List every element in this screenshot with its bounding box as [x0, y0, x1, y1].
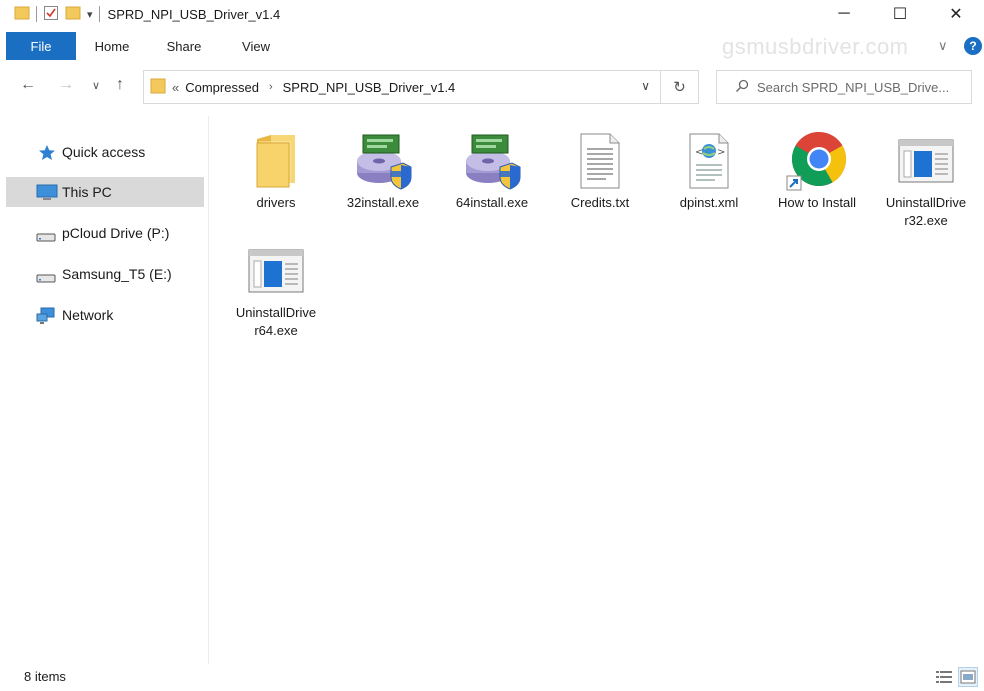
- computer-icon: [36, 184, 58, 204]
- installer-icon: [351, 128, 415, 194]
- breadcrumb-compressed[interactable]: Compressed: [185, 80, 259, 95]
- file-name: UninstallDriver32.exe: [885, 195, 967, 228]
- tab-home[interactable]: Home: [76, 32, 148, 60]
- window-title: SPRD_NPI_USB_Driver_v1.4: [107, 6, 281, 22]
- file-item-uninstalldriver32[interactable]: UninstallDriver32.exe: [878, 128, 974, 230]
- text-file-icon: [568, 128, 632, 194]
- recent-locations-chevron-icon[interactable]: ∨: [92, 79, 100, 92]
- maximize-button[interactable]: ☐: [872, 0, 928, 28]
- folder-icon: [244, 128, 308, 194]
- forward-arrow-icon[interactable]: →: [58, 76, 74, 94]
- expand-ribbon-icon[interactable]: ∨: [938, 38, 948, 54]
- navigation-pane: Quick access This PC pCloud Drive (P:) S…: [0, 124, 210, 664]
- status-bar: 8 items: [0, 664, 984, 691]
- svg-text:>: >: [717, 147, 725, 158]
- up-arrow-icon[interactable]: ↑: [116, 76, 124, 94]
- tab-file[interactable]: File: [6, 32, 76, 60]
- folder-icon: [150, 77, 166, 98]
- view-switcher: [934, 667, 978, 687]
- app-window-icon: [244, 238, 308, 304]
- address-row: ← → ∨ ↑ « Compressed › SPRD_NPI_USB_Driv…: [0, 68, 984, 106]
- close-button[interactable]: ✕: [928, 0, 984, 28]
- svg-text:<: <: [695, 147, 703, 158]
- minimize-button[interactable]: ─: [816, 0, 872, 28]
- file-item-drivers[interactable]: drivers: [228, 128, 324, 212]
- pane-divider[interactable]: [208, 116, 209, 664]
- drive-icon: [36, 229, 56, 245]
- nav-item-this-pc[interactable]: This PC: [6, 177, 204, 207]
- nav-item-label: This PC: [62, 184, 112, 200]
- app-window-icon: [894, 128, 958, 194]
- file-name: 32install.exe: [346, 195, 420, 210]
- new-folder-icon[interactable]: [65, 5, 81, 24]
- network-icon: [36, 307, 56, 328]
- nav-item-samsung-t5[interactable]: Samsung_T5 (E:): [6, 259, 204, 289]
- drive-icon: [36, 270, 56, 286]
- refresh-icon[interactable]: ↻: [660, 70, 698, 104]
- window-controls: ─ ☐ ✕: [816, 0, 984, 28]
- address-bar[interactable]: « Compressed › SPRD_NPI_USB_Driver_v1.4 …: [143, 70, 699, 104]
- tab-share[interactable]: Share: [148, 32, 220, 60]
- toolbar-separator: [36, 6, 37, 22]
- xml-file-icon: < >: [677, 128, 741, 194]
- installer-icon: [460, 128, 524, 194]
- nav-item-label: pCloud Drive (P:): [62, 225, 170, 241]
- nav-item-label: Quick access: [62, 144, 146, 160]
- file-item-64install[interactable]: 64install.exe: [444, 128, 540, 212]
- folder-icon: [14, 5, 30, 24]
- tab-view[interactable]: View: [220, 32, 292, 60]
- properties-checkbox-icon[interactable]: [43, 5, 59, 24]
- file-item-uninstalldriver64[interactable]: UninstallDriver64.exe: [228, 238, 324, 340]
- file-name: dpinst.xml: [679, 195, 739, 210]
- file-item-credits[interactable]: Credits.txt: [552, 128, 648, 212]
- breadcrumb-overflow[interactable]: «: [172, 80, 179, 95]
- chevron-right-icon[interactable]: ›: [269, 81, 273, 93]
- nav-item-pcloud-drive[interactable]: pCloud Drive (P:): [6, 218, 204, 248]
- quick-access-toolbar: ▾: [0, 0, 100, 28]
- search-icon: [735, 79, 749, 96]
- customize-toolbar-icon[interactable]: ▾: [87, 8, 93, 21]
- search-input[interactable]: Search SPRD_NPI_USB_Drive...: [757, 80, 949, 95]
- star-icon: [38, 144, 56, 164]
- ribbon-tabs: File Home Share View gsmusbdriver.com ∨ …: [0, 32, 984, 60]
- address-dropdown-icon[interactable]: ∨: [641, 79, 650, 93]
- file-name: How to Install: [777, 195, 857, 210]
- nav-item-quick-access[interactable]: Quick access: [6, 137, 204, 167]
- file-item-how-to-install[interactable]: How to Install: [769, 128, 865, 212]
- details-view-icon[interactable]: [934, 667, 954, 687]
- breadcrumb-current-folder[interactable]: SPRD_NPI_USB_Driver_v1.4: [283, 80, 456, 95]
- file-name: Credits.txt: [570, 195, 630, 210]
- file-name: drivers: [256, 195, 296, 210]
- back-arrow-icon[interactable]: ←: [20, 76, 36, 94]
- file-view: drivers 32install.exe 64install.exe Cred…: [218, 122, 978, 662]
- help-icon[interactable]: ?: [964, 37, 982, 55]
- item-count: 8 items: [24, 669, 66, 684]
- chrome-shortcut-icon: [785, 128, 849, 194]
- file-name: 64install.exe: [455, 195, 529, 210]
- file-item-dpinst[interactable]: < > dpinst.xml: [661, 128, 757, 212]
- nav-item-network[interactable]: Network: [6, 300, 204, 330]
- title-bar: ▾ SPRD_NPI_USB_Driver_v1.4 ─ ☐ ✕: [0, 0, 984, 28]
- toolbar-separator: [98, 6, 100, 22]
- nav-item-label: Network: [62, 307, 114, 323]
- search-box[interactable]: Search SPRD_NPI_USB_Drive...: [716, 70, 972, 104]
- watermark-text: gsmusbdriver.com: [722, 34, 909, 59]
- nav-item-label: Samsung_T5 (E:): [62, 266, 172, 282]
- file-item-32install[interactable]: 32install.exe: [335, 128, 431, 212]
- file-name: UninstallDriver64.exe: [235, 305, 317, 338]
- large-icons-view-icon[interactable]: [958, 667, 978, 687]
